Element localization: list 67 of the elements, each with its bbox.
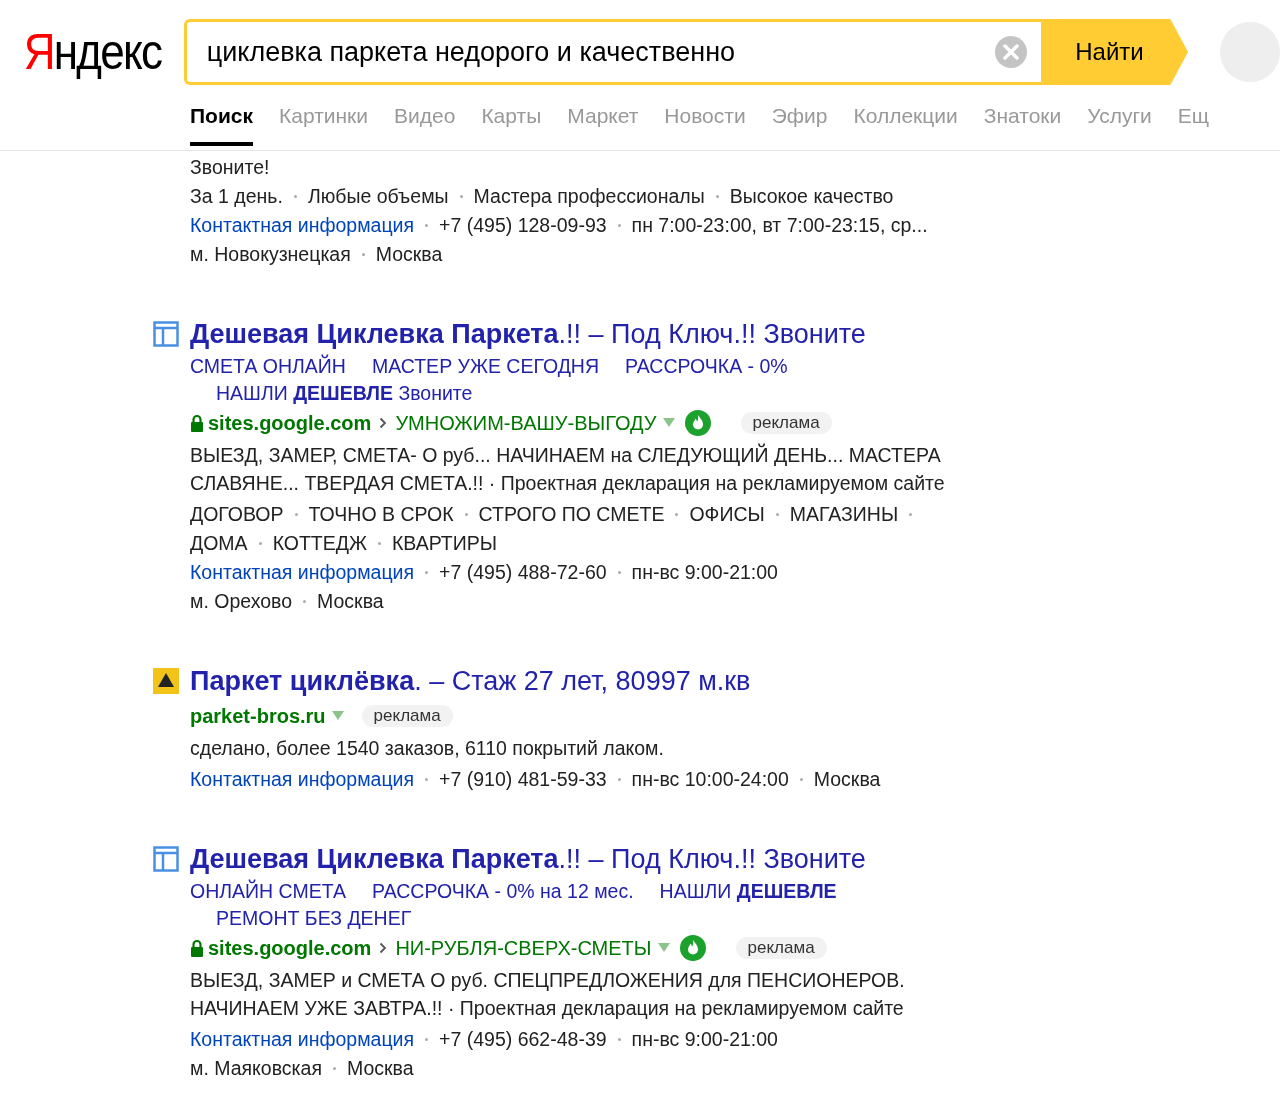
contact-text: +7 (495) 128-09-93: [439, 213, 607, 238]
contact-text: +7 (495) 662-48-39: [439, 1027, 607, 1052]
dropdown-icon[interactable]: [662, 418, 675, 428]
location-text: м. Новокузнецкая: [190, 242, 351, 267]
sitelink[interactable]: СМЕТА ОНЛАЙН: [190, 353, 346, 380]
contact-text: Москва: [813, 767, 881, 792]
feature-text: Высокое качество: [729, 184, 894, 209]
chevron-icon: [379, 942, 388, 954]
result-domain-link[interactable]: sites.google.com: [208, 936, 372, 960]
feature-text: Любые объемы: [307, 184, 449, 209]
contact-info-link[interactable]: Контактная информация: [190, 765, 415, 794]
sitelink[interactable]: НАШЛИ ДЕШЕВЛЕ: [659, 878, 837, 905]
result-title-link[interactable]: Дешевая Циклевка Паркета.!! – Под Ключ.!! Звоните: [190, 843, 866, 875]
feature-text: ТОЧНО В СРОК: [308, 502, 454, 527]
sitelink[interactable]: НАШЛИ ДЕШЕВЛЕ Звоните: [216, 380, 473, 407]
feature-text: КОТТЕДЖ: [272, 531, 367, 556]
result-title-link[interactable]: Дешевая Циклевка Паркета.!! – Под Ключ.!! Звоните: [190, 318, 866, 350]
result-text: Звоните!: [190, 155, 271, 180]
result-domain-link[interactable]: sites.google.com: [208, 411, 372, 435]
location-text: м. Маяковская: [190, 1056, 322, 1081]
feature-text: ДОМА: [190, 531, 248, 556]
feature-text: За 1 день.: [190, 184, 283, 209]
sitelink[interactable]: ОНЛАЙН СМЕТА: [190, 878, 346, 905]
clear-icon[interactable]: [995, 36, 1027, 68]
ad-label: реклама: [735, 937, 827, 959]
contact-text: пн-вс 10:00-24:00: [631, 767, 789, 792]
search-tab[interactable]: Поиск: [190, 104, 254, 146]
result-title-link[interactable]: Паркет циклёвка. – Стаж 27 лет, 80997 м.кв: [190, 665, 751, 697]
feature-text: КВАРТИРЫ: [392, 531, 498, 556]
location-text: Москва: [346, 1056, 414, 1081]
chevron-icon: [379, 417, 388, 429]
contact-text: пн-вс 9:00-21:00: [631, 560, 778, 585]
contact-info-link[interactable]: Контактная информация: [190, 1025, 415, 1054]
contact-text: пн 7:00-23:00, вт 7:00-23:15, ср...: [631, 213, 928, 238]
window-icon: [153, 321, 179, 347]
location-text: м. Орехово: [190, 589, 293, 614]
sitelink[interactable]: РЕМОНТ БЕЗ ДЕНЕГ: [216, 905, 412, 932]
search-input[interactable]: циклевка паркета недорого и качественно: [204, 35, 995, 69]
yandex-logo[interactable]: Яндекс: [0, 27, 162, 77]
result-description: сделано, более 1540 заказов, 6110 покрытий лаком.: [190, 736, 665, 761]
result-path-link[interactable]: УМНОЖИМ-ВАШУ-ВЫГОДУ: [395, 411, 657, 435]
result-path-link[interactable]: НИ-РУБЛЯ-СВЕРХ-СМЕТЫ: [395, 936, 652, 960]
contact-text: пн-вс 9:00-21:00: [631, 1027, 778, 1052]
window-icon: [153, 846, 179, 872]
location-text: Москва: [317, 589, 384, 614]
ad-label: реклама: [361, 705, 453, 727]
sitelink[interactable]: МАСТЕР УЖЕ СЕГОДНЯ: [371, 353, 600, 380]
location-text: Москва: [375, 242, 443, 267]
contact-text: +7 (910) 481-59-33: [439, 767, 607, 792]
feature-text: СТРОГО ПО СМЕТЕ: [478, 502, 665, 527]
result-domain-link[interactable]: parket-bros.ru: [190, 704, 326, 728]
ad-label: реклама: [740, 412, 832, 434]
site-logo-icon: [153, 668, 179, 694]
contact-info-link[interactable]: Контактная информация: [190, 211, 415, 240]
search-button[interactable]: Найти: [1041, 19, 1188, 85]
feature-text: МАГАЗИНЫ: [789, 502, 899, 527]
dropdown-icon[interactable]: [657, 943, 670, 953]
contact-info-link[interactable]: Контактная информация: [190, 558, 415, 587]
feature-text: Мастера профессионалы: [473, 184, 705, 209]
feature-text: ДОГОВОР: [190, 502, 284, 527]
contact-text: +7 (495) 488-72-60: [439, 560, 607, 585]
result-description: ВЫЕЗД, ЗАМЕР, СМЕТА- О руб... НАЧИНАЕМ на СЛЕДУЮЩИЙ ДЕНЬ... МАСТЕРА СЛАВЯНЕ... ТВЕРДАЯ СМЕТА.!! · Проектная декларация на рекламируемом сайте: [190, 442, 946, 496]
sitelink[interactable]: РАССРОЧКА - 0%: [625, 353, 788, 380]
dropdown-icon[interactable]: [331, 711, 344, 721]
sitelink[interactable]: РАССРОЧКА - 0% на 12 мес.: [371, 878, 634, 905]
search-field[interactable]: циклевка паркета недорого и качественно: [183, 19, 1041, 85]
feature-text: ОФИСЫ: [689, 502, 765, 527]
